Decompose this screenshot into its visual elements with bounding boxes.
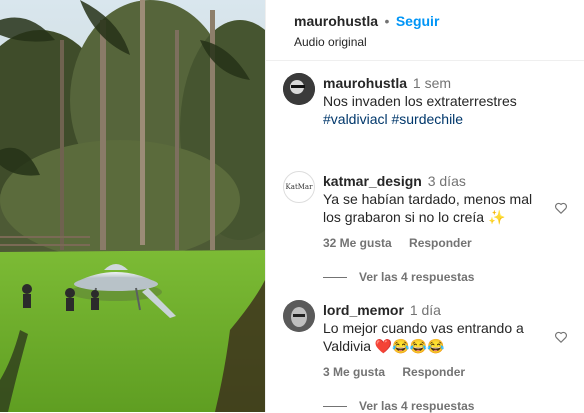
view-replies-2[interactable]: Ver las 4 respuestas (323, 399, 474, 413)
caption-block: maurohustla 1 sem Nos invaden los extrat… (323, 74, 553, 128)
comment-username[interactable]: katmar_design (323, 173, 422, 189)
comment-avatar-katmar[interactable]: KatMar (283, 171, 315, 203)
comment-text-line2: Valdivia (323, 338, 371, 354)
caption-time[interactable]: 1 sem (413, 75, 451, 91)
post-video[interactable] (0, 0, 265, 412)
avatar-image (283, 73, 315, 105)
view-replies-label: Ver las 4 respuestas (359, 270, 475, 284)
post-username[interactable]: maurohustla (294, 13, 378, 29)
audio-label[interactable]: Audio original (294, 35, 439, 49)
replies-line (323, 405, 347, 407)
comment-likes[interactable]: 32 Me gusta (323, 236, 392, 250)
avatar-logo-text: KatMar (285, 183, 313, 191)
comment-1-meta: 32 Me gusta Responder (323, 236, 486, 250)
view-replies-1[interactable]: Ver las 4 respuestas (323, 270, 474, 284)
view-replies-label: Ver las 4 respuestas (359, 399, 475, 413)
reply-button[interactable]: Responder (402, 365, 465, 379)
heart-outline-icon[interactable] (554, 330, 568, 344)
post-header: maurohustla • Seguir Audio original (294, 13, 439, 49)
comment-avatar-lord[interactable] (283, 300, 315, 332)
replies-line (323, 276, 347, 278)
caption-avatar[interactable] (283, 73, 315, 105)
reply-button[interactable]: Responder (409, 236, 472, 250)
comment-emoji: ✨ (487, 209, 506, 225)
comment-2-meta: 3 Me gusta Responder (323, 365, 479, 379)
comment-1: katmar_design 3 días Ya se habían tardad… (323, 172, 553, 226)
caption-text: Nos invaden los extraterrestres (323, 93, 517, 109)
heart-outline-icon[interactable] (554, 201, 568, 215)
comments-panel: maurohustla • Seguir Audio original maur… (265, 0, 584, 413)
caption-hashtags[interactable]: #valdiviacl #surdechile (323, 111, 463, 127)
comment-emoji: ❤️😂😂😂 (374, 338, 445, 354)
comment-text-line1: Lo mejor cuando vas entrando a (323, 320, 524, 336)
comment-text-line1: Ya se habían tardado, menos mal (323, 191, 533, 207)
comment-username[interactable]: lord_memor (323, 302, 404, 318)
comment-text-line2: los grabaron si no lo creía (323, 209, 485, 225)
avatar-image (283, 300, 315, 332)
follow-button[interactable]: Seguir (396, 13, 440, 29)
caption-username[interactable]: maurohustla (323, 75, 407, 91)
comment-time[interactable]: 3 días (428, 173, 466, 189)
comment-likes[interactable]: 3 Me gusta (323, 365, 385, 379)
comment-2: lord_memor 1 día Lo mejor cuando vas ent… (323, 301, 553, 355)
header-divider (266, 60, 584, 61)
ufo-field-scene (0, 0, 265, 412)
separator-dot: • (384, 13, 390, 29)
comment-time[interactable]: 1 día (410, 302, 441, 318)
